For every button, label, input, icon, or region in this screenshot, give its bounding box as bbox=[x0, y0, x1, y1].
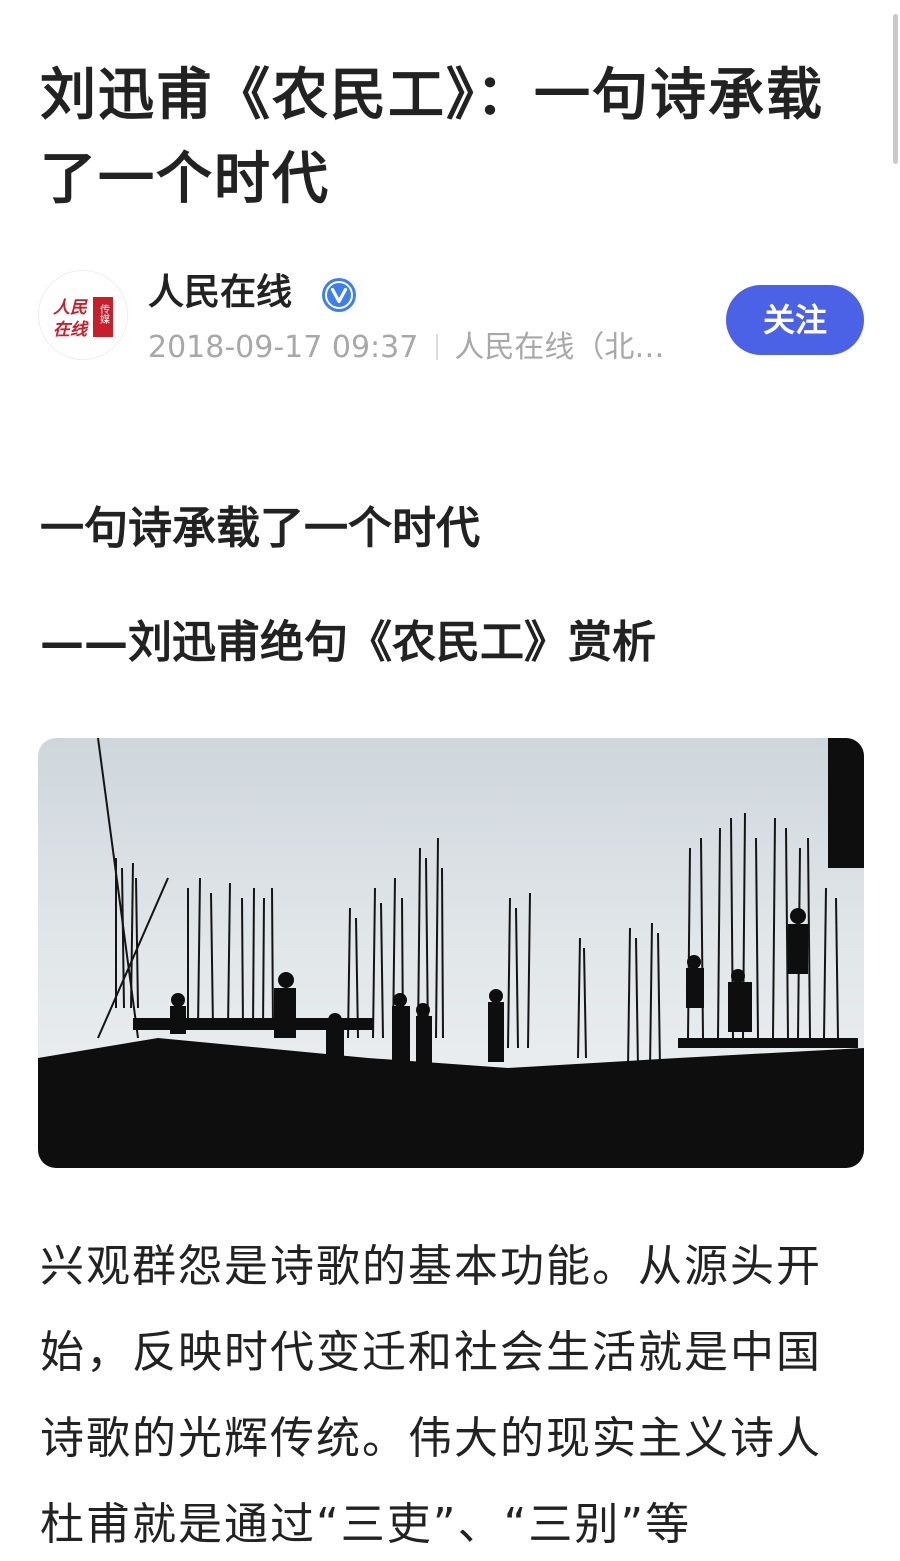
author-name[interactable]: 人民在线 bbox=[148, 270, 292, 316]
verified-check-icon bbox=[322, 278, 356, 312]
article-page: 刘迅甫《农民工》：一句诗承载了一个时代 人民 在线 传媒 人民在线 2018-0… bbox=[0, 0, 900, 1561]
publish-date: 2018-09-17 09:37 bbox=[148, 330, 419, 365]
article-subtitle: 一句诗承载了一个时代 bbox=[40, 503, 480, 554]
source-label: 人民在线（北… bbox=[454, 330, 665, 365]
avatar-text-3: 传媒 bbox=[98, 304, 110, 325]
meta-divider bbox=[436, 333, 439, 360]
author-avatar[interactable]: 人民 在线 传媒 bbox=[38, 270, 128, 360]
article-meta: 2018-09-17 09:37 人民在线（北… bbox=[148, 328, 664, 368]
article-subheading: ——刘迅甫绝句《农民工》赏析 bbox=[40, 617, 656, 668]
avatar-text-2: 在线 bbox=[53, 320, 89, 339]
avatar-text-1: 人民 bbox=[53, 298, 88, 317]
article-photo[interactable] bbox=[38, 738, 864, 1168]
avatar-logo-icon: 人民 在线 传媒 bbox=[40, 272, 127, 359]
construction-workers-silhouette-image bbox=[38, 738, 864, 1168]
article-title: 刘迅甫《农民工》：一句诗承载了一个时代 bbox=[40, 63, 824, 212]
scrollbar[interactable] bbox=[893, 14, 898, 164]
follow-button[interactable]: 关注 bbox=[726, 285, 864, 355]
author-row: 人民 在线 传媒 人民在线 2018-09-17 09:37 人民在线（北… 关注 bbox=[38, 270, 868, 370]
article-body-paragraph: 兴观群怨是诗歌的基本功能。从源头开始，反映时代变迁和社会生活就是中国诗歌的光辉传… bbox=[40, 1241, 822, 1550]
